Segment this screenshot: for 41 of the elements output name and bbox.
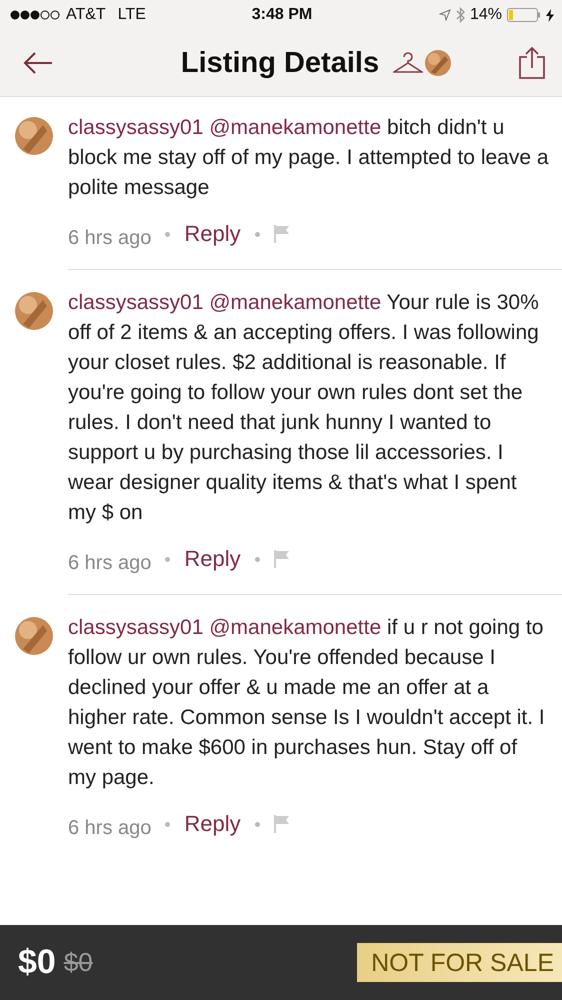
hanger-icon <box>393 51 424 75</box>
page-title: Listing Details <box>180 46 380 80</box>
comment-text: classysassy01 @manekamonette if u r not going to follow ur own rules. You're offended because I declined your offer & u made me an offer at a higher rate. Common sense Is I wouldn't accept it. I went to make $600 in purchases hun. Stay off of my page. <box>68 615 546 791</box>
username-link[interactable]: classysassy01 <box>68 116 204 139</box>
separator-dot <box>254 822 260 826</box>
reply-button[interactable]: Reply <box>184 546 241 572</box>
price-text: $0 <box>18 943 56 982</box>
avatar[interactable] <box>15 617 53 655</box>
carrier-text: AT&T <box>66 6 106 24</box>
avatar[interactable] <box>425 50 452 76</box>
separator-dot <box>165 232 170 236</box>
avatar[interactable] <box>15 117 53 155</box>
separator-dot <box>165 822 170 826</box>
reply-button[interactable]: Reply <box>184 221 241 247</box>
mention-link[interactable]: @manekamonette <box>209 616 382 639</box>
location-icon <box>438 9 451 21</box>
network-text: LTE <box>118 6 146 24</box>
mention-link[interactable]: @manekamonette <box>209 291 382 314</box>
not-for-sale-badge: NOT FOR SALE <box>357 943 562 982</box>
username-link[interactable]: classysassy01 <box>68 291 204 314</box>
separator-dot <box>254 232 260 236</box>
username-link[interactable]: classysassy01 <box>68 616 204 639</box>
charging-icon <box>546 8 554 22</box>
reply-button[interactable]: Reply <box>184 811 241 837</box>
battery-text: 14% <box>470 6 502 24</box>
signal-icon <box>10 10 60 20</box>
timestamp: 6 hrs ago <box>68 226 152 250</box>
timestamp: 6 hrs ago <box>68 552 152 574</box>
battery-icon <box>507 8 541 22</box>
comment-text: classysassy01 @manekamonette bitch didn't u block me stay off of my page. I attempted to leave a polite message <box>68 115 550 201</box>
back-button[interactable] <box>22 51 54 75</box>
separator-dot <box>254 556 260 562</box>
separator-dot <box>165 556 170 562</box>
mention-link[interactable]: @manekamonette <box>209 116 382 139</box>
share-button[interactable] <box>518 46 546 80</box>
original-price-text: $0 <box>64 947 93 978</box>
clock-text: 3:48 PM <box>252 6 312 24</box>
bluetooth-icon <box>456 7 465 23</box>
comment-text: classysassy01 @manekamonette Your rule is 30% off of 2 items & an accepting offers. I was following your closet rules. $2 additional is reasonable. If you're going to follow your own rules dont set the rules. I don't need that junk hunny I wanted to support u by purchasing those lil accessories. I wear designer quality items & that's what I spent my $ on <box>68 290 540 526</box>
avatar[interactable] <box>15 292 53 330</box>
timestamp: 6 hrs ago <box>68 816 152 840</box>
